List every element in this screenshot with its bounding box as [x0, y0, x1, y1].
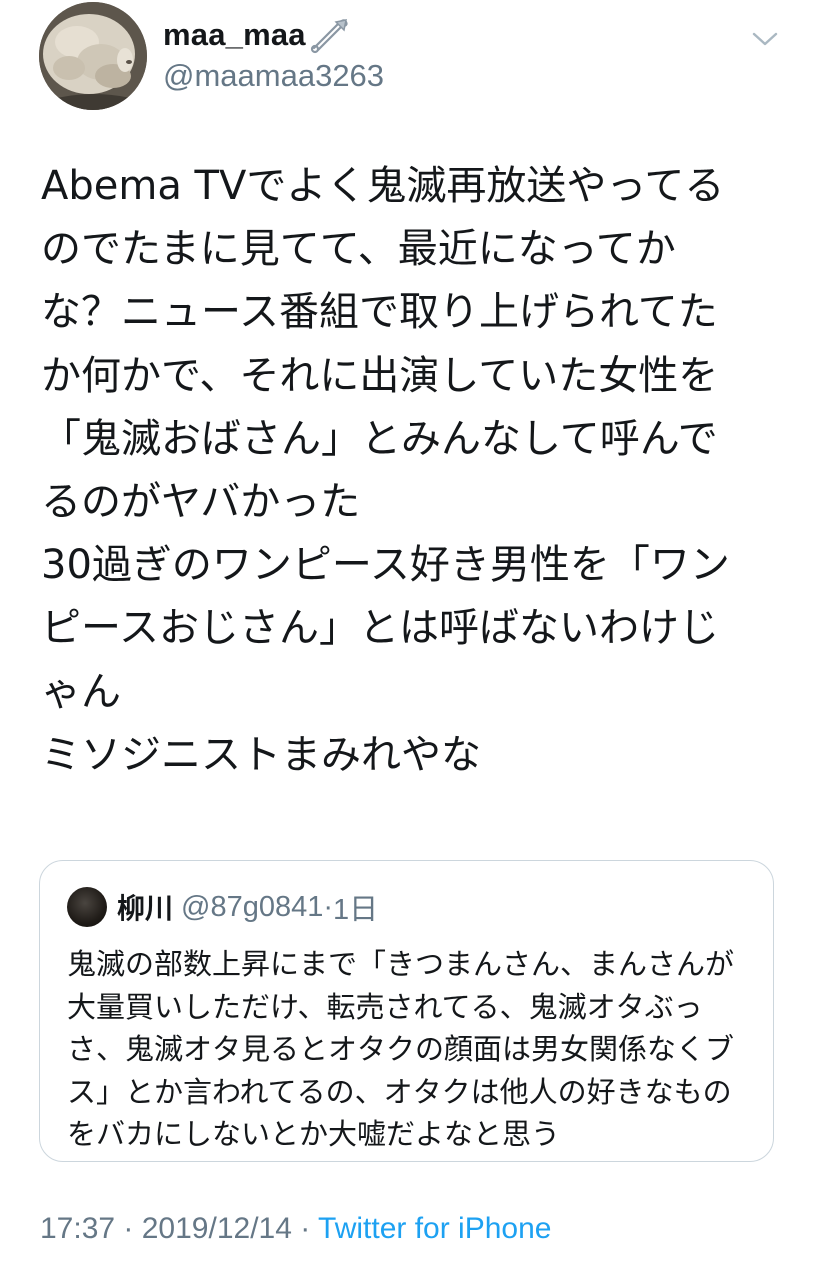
tweet-time: 17:37 — [40, 1212, 116, 1245]
safety-pin-icon — [308, 16, 350, 54]
quoted-tweet-header: 柳川 @87g0841 · 1日 — [67, 885, 378, 929]
author-info: maa_maa @maamaa3263 — [163, 14, 384, 94]
chevron-down-icon — [752, 32, 778, 46]
quoted-handle: @87g0841 — [181, 890, 324, 923]
tweet-text-line: ゃん — [41, 668, 121, 715]
tweet-text-line: ピースおじさん」とは呼ばないわけじ — [41, 605, 719, 652]
tweet-source-link[interactable]: Twitter for iPhone — [318, 1212, 551, 1245]
tweet-text-line: 30過ぎのワンピース好き男性を「ワン — [41, 542, 730, 589]
tweet-text-line: のでたまに見てて、最近になってか — [41, 226, 676, 273]
footer-separator: · — [291, 1212, 319, 1245]
quoted-text-line: 鬼滅の部数上昇にまで「きつまんさん、まんさんが — [67, 947, 735, 981]
quoted-text-line: ス」とか言われてるの、オタクは他人の好きなもの — [67, 1074, 732, 1109]
more-options-button[interactable] — [748, 24, 782, 54]
quoted-age: 1日 — [333, 894, 379, 926]
tweet-text-line: Abema TVでよく鬼滅再放送やってる — [41, 163, 725, 209]
quoted-display-name: 柳川 — [117, 892, 174, 925]
quoted-tweet-text: 鬼滅の部数上昇にまで「きつまんさん、まんさんが 大量買いしただけ、転売されてる、… — [67, 943, 757, 1156]
tweet-text-line: るのがヤバかった — [41, 479, 361, 526]
tweet-text: Abema TVでよく鬼滅再放送やってる のでたまに見てて、最近になってか な？… — [41, 155, 781, 787]
tweet: maa_maa @maamaa3263 Abema TVでよく鬼滅再放送やってる… — [0, 0, 814, 1280]
sheep-avatar-image — [39, 2, 147, 110]
tweet-text-line: ミソジニストまみれやな — [41, 731, 481, 778]
footer-separator: · — [115, 1212, 142, 1245]
display-name[interactable]: maa_maa — [163, 17, 306, 53]
tweet-footer: 17:37 · 2019/12/14 · Twitter for iPhone — [40, 1212, 551, 1246]
quoted-text-line: さ、鬼滅オタ見るとオタクの顔面は男女関係なくブ — [67, 1032, 735, 1066]
tweet-text-line: な？ニュース番組で取り上げられてた — [41, 289, 718, 336]
tweet-date: 2019/12/14 — [141, 1212, 292, 1245]
tweet-text-line: か何かで、それに出演していた女性を — [41, 352, 719, 399]
quoted-avatar — [67, 887, 107, 927]
quoted-separator: · — [323, 890, 334, 923]
tweet-text-line: 「鬼滅おばさん」とみんなして呼んで — [41, 415, 718, 462]
quoted-tweet-card[interactable]: 柳川 @87g0841 · 1日 鬼滅の部数上昇にまで「きつまんさん、まんさんが… — [39, 860, 774, 1162]
quoted-text-line: 大量買いしただけ、転売されてる、鬼滅オタぶっ — [67, 989, 703, 1024]
quoted-text-line: をバカにしないとか大嘘だよなと思う — [67, 1117, 561, 1151]
avatar[interactable] — [39, 2, 147, 110]
handle[interactable]: @maamaa3263 — [163, 58, 384, 94]
display-name-row: maa_maa — [163, 14, 384, 56]
